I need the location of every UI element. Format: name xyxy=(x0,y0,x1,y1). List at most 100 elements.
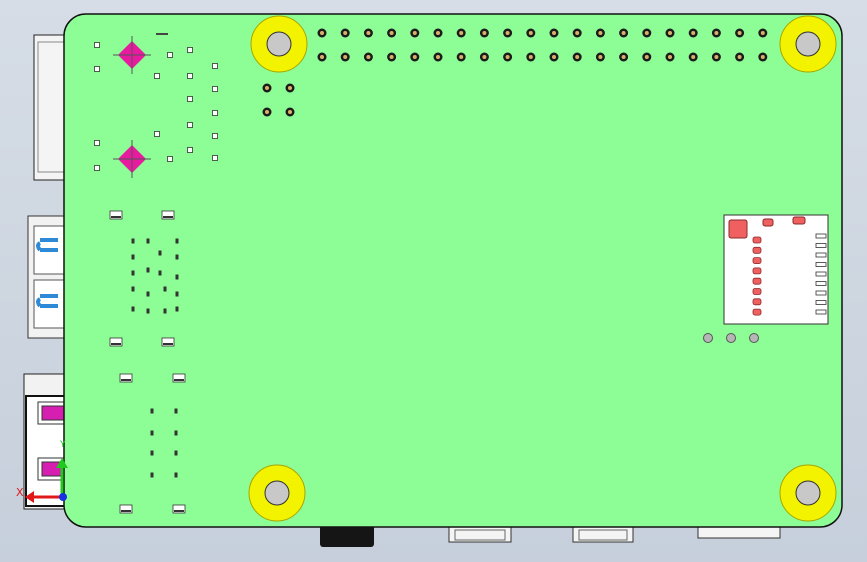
gpio-pin xyxy=(595,52,605,62)
gpio-pin xyxy=(642,28,652,38)
gpio-pin xyxy=(711,28,721,38)
test-pad xyxy=(94,140,100,146)
test-pad xyxy=(187,147,193,153)
gpio-pin xyxy=(317,52,327,62)
test-pad xyxy=(212,86,218,92)
smd-resistor xyxy=(131,306,135,312)
sd-contact-pad xyxy=(752,257,762,265)
sd-contact-pad xyxy=(752,308,762,316)
test-pad xyxy=(212,110,218,116)
sd-spring-contact xyxy=(815,262,827,267)
sd-spring-contact xyxy=(815,300,827,305)
sd-contact-pad xyxy=(752,298,762,306)
smd-resistor xyxy=(175,291,179,297)
y-axis-label: Y xyxy=(60,440,66,450)
ethernet-led-top xyxy=(41,405,65,421)
smd-resistor xyxy=(146,238,150,244)
test-pad xyxy=(94,66,100,72)
smd-resistor xyxy=(174,408,178,414)
gpio-pin xyxy=(735,28,745,38)
test-pad xyxy=(94,42,100,48)
smd-resistor xyxy=(175,254,179,260)
gpio-pin xyxy=(688,52,698,62)
test-pad xyxy=(167,52,173,58)
mount-hole-bottom-right xyxy=(779,464,837,522)
smd-resistor xyxy=(158,270,162,276)
mount-hole-top-left xyxy=(250,15,308,73)
sd-contact-pad xyxy=(752,246,762,254)
smd-resistor xyxy=(150,472,154,478)
test-pad xyxy=(187,47,193,53)
gpio-pin xyxy=(526,52,536,62)
smd-resistor xyxy=(150,430,154,436)
sd-card-detect-pad xyxy=(728,219,748,239)
smd-resistor xyxy=(174,472,178,478)
gpio-pin xyxy=(363,52,373,62)
smd-resistor xyxy=(131,254,135,260)
gpio-pin xyxy=(595,28,605,38)
left-connectors xyxy=(23,34,71,510)
smd-resistor xyxy=(175,274,179,280)
smd-resistor xyxy=(175,238,179,244)
gpio-pin xyxy=(735,52,745,62)
gpio-pin xyxy=(479,28,489,38)
smd-resistor xyxy=(131,238,135,244)
test-pad xyxy=(212,63,218,69)
smd-resistor xyxy=(174,450,178,456)
mount-hole-bottom-left xyxy=(248,464,306,522)
gpio-pin xyxy=(387,52,397,62)
gpio-pin xyxy=(572,52,582,62)
sd-contact-pad xyxy=(752,288,762,295)
gpio-pin xyxy=(410,52,420,62)
gpio-pin xyxy=(479,52,489,62)
smd-resistor xyxy=(163,286,167,292)
test-pad xyxy=(94,165,100,171)
cad-viewport[interactable]: X Y xyxy=(0,0,867,562)
gpio-pin xyxy=(526,28,536,38)
gpio-pin xyxy=(317,28,327,38)
test-pad xyxy=(187,122,193,128)
microsd-slot xyxy=(723,214,829,325)
gpio-pin xyxy=(688,28,698,38)
sd-spring-contact xyxy=(815,281,827,286)
gpio-pin xyxy=(456,52,466,62)
sd-spring-contact xyxy=(815,309,827,315)
gpio-pin xyxy=(572,28,582,38)
smd-resistor xyxy=(163,308,167,314)
test-pad xyxy=(154,131,160,137)
gpio-pin xyxy=(549,28,559,38)
smd-resistor xyxy=(131,286,135,292)
z-axis-dot xyxy=(59,493,67,501)
x-axis-label: X xyxy=(16,486,24,499)
sd-spring-contact xyxy=(815,271,827,277)
sd-spring-contact xyxy=(815,290,827,296)
smd-resistor xyxy=(146,291,150,297)
gpio-pin xyxy=(642,52,652,62)
gpio-pin xyxy=(665,28,675,38)
test-pad xyxy=(187,73,193,79)
mount-hole-top-right xyxy=(779,15,837,73)
sd-contact-pad xyxy=(752,277,762,285)
gpio-pin xyxy=(456,28,466,38)
test-pad xyxy=(212,133,218,139)
gpio-pin xyxy=(619,28,629,38)
sd-contact-pad xyxy=(752,236,762,244)
smd-resistor xyxy=(174,430,178,436)
test-pad xyxy=(154,73,160,79)
gpio-pin xyxy=(665,52,675,62)
sd-spring-contact xyxy=(815,243,827,248)
gpio-pin xyxy=(433,52,443,62)
gpio-pin xyxy=(340,52,350,62)
smd-resistor xyxy=(146,308,150,314)
gpio-pin xyxy=(433,28,443,38)
test-pad xyxy=(212,155,218,161)
gpio-pin xyxy=(340,28,350,38)
pcb-model-view[interactable] xyxy=(0,0,867,562)
gpio-pin xyxy=(549,52,559,62)
led-indicators xyxy=(703,333,759,343)
gpio-pin xyxy=(619,52,629,62)
gpio-pin xyxy=(387,28,397,38)
gpio-pin xyxy=(503,28,513,38)
gpio-pin xyxy=(410,28,420,38)
sd-spring-contact xyxy=(815,233,827,239)
